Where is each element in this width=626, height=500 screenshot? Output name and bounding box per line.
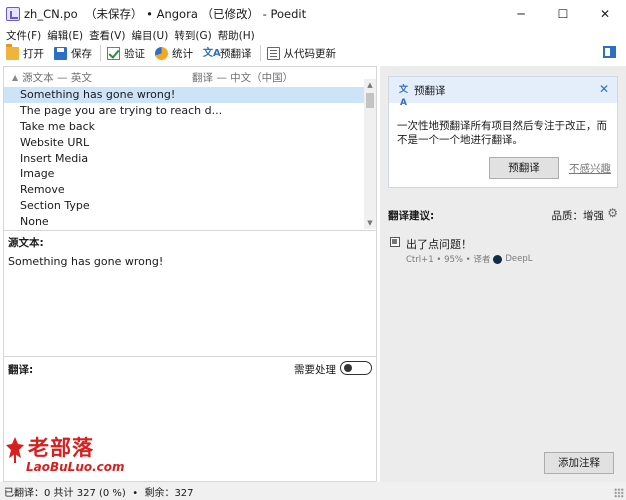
pretranslate-card-header: 文A 预翻译 xyxy=(389,77,617,108)
suggestion-meta: Ctrl+1 • 95% • 译者 DeepL xyxy=(406,253,533,265)
open-button[interactable]: 打开 xyxy=(6,43,44,61)
toolbar: 打开 保存 验证 统计 文A 预翻译 从代码更新 xyxy=(0,42,626,64)
maximize-button[interactable]: ☐ xyxy=(542,0,584,28)
scroll-down-icon[interactable]: ▼ xyxy=(364,217,376,229)
pretranslate-button[interactable]: 文A 预翻译 xyxy=(203,46,252,61)
pretranslate-label: 预翻译 xyxy=(220,47,252,60)
list-item[interactable]: Remove xyxy=(4,182,364,198)
editor-panel: ▲ 源文本 — 英文 翻译 — 中文（中国） Something has gon… xyxy=(3,66,377,482)
toggle-knob xyxy=(344,364,352,372)
pretranslate-action-button[interactable]: 预翻译 xyxy=(489,157,559,179)
menu-help[interactable]: 帮助(H) xyxy=(218,28,255,43)
watermark-url: LaoBuLuo.com xyxy=(26,460,125,474)
scrollbar-thumb[interactable] xyxy=(366,93,374,108)
watermark-text: 老部落 xyxy=(28,436,94,460)
checkbox-icon xyxy=(107,46,120,60)
pretranslate-card-title: 预翻译 xyxy=(414,84,446,97)
not-interested-link[interactable]: 不感兴趣 xyxy=(569,161,611,176)
gear-icon[interactable]: ⚙ xyxy=(607,206,618,220)
menu-go[interactable]: 转到(G) xyxy=(174,28,211,43)
title-bar: zh_CN.po （未保存） • Angora （已修改） - Poedit ─… xyxy=(0,0,626,28)
menu-file[interactable]: 文件(F) xyxy=(6,28,41,43)
suggestion-text: 出了点问题！ xyxy=(406,238,472,251)
menu-edit[interactable]: 编辑(E) xyxy=(47,28,83,43)
suggestions-label: 翻译建议: xyxy=(388,210,435,222)
suggestion-icon xyxy=(390,237,400,247)
menu-view[interactable]: 查看(V) xyxy=(89,28,125,43)
translation-label: 翻译: xyxy=(8,364,34,376)
suggestion-provider: DeepL xyxy=(505,254,533,264)
update-from-code-button[interactable]: 从代码更新 xyxy=(266,46,337,61)
translate-icon: 文A xyxy=(203,47,221,59)
save-label: 保存 xyxy=(71,47,92,60)
close-icon[interactable]: ✕ xyxy=(599,82,609,96)
status-bar: 已翻译：0 共计 327 (0 %) • 剩余：327 xyxy=(0,482,626,500)
status-text: 已翻译：0 共计 327 (0 %) • 剩余：327 xyxy=(4,487,194,499)
pane-divider[interactable] xyxy=(4,356,376,357)
sort-ascending-icon: ▲ xyxy=(12,72,19,82)
statistics-label: 统计 xyxy=(172,47,193,60)
close-button[interactable]: ✕ xyxy=(584,0,626,28)
list-item[interactable]: Section Type xyxy=(4,198,364,214)
deepl-icon xyxy=(493,254,503,264)
sidebar-panel: 文A 预翻译 ✕ 一次性地预翻译所有项目然后专注于改正，而不是一个一个地进行翻译… xyxy=(380,66,626,482)
validate-label: 验证 xyxy=(124,47,145,60)
list-item[interactable]: Image xyxy=(4,166,364,182)
needs-work-label: 需要处理 xyxy=(294,364,336,376)
folder-icon xyxy=(6,43,19,60)
save-button[interactable]: 保存 xyxy=(54,46,92,61)
add-comment-button[interactable]: 添加注释 xyxy=(544,452,614,474)
menu-bar: 文件(F) 编辑(E) 查看(V) 编目(U) 转到(G) 帮助(H) xyxy=(0,28,626,42)
source-text-label: 源文本: xyxy=(8,237,44,249)
document-icon xyxy=(266,46,280,60)
tribe-logo-icon xyxy=(6,437,24,463)
open-label: 打开 xyxy=(23,47,44,60)
menu-catalog[interactable]: 编目(U) xyxy=(131,28,168,43)
string-list: Something has gone wrong! The page you a… xyxy=(4,87,364,230)
window-title: zh_CN.po （未保存） • Angora （已修改） - Poedit xyxy=(24,7,307,21)
pretranslate-card: 文A 预翻译 ✕ 一次性地预翻译所有项目然后专注于改正，而不是一个一个地进行翻译… xyxy=(388,76,618,188)
toolbar-separator xyxy=(100,45,101,61)
sidebar-toggle-icon[interactable] xyxy=(603,46,616,58)
list-item[interactable]: Something has gone wrong! xyxy=(4,87,364,103)
scroll-up-icon[interactable]: ▲ xyxy=(364,79,376,91)
needs-work-toggle[interactable] xyxy=(340,361,372,375)
watermark-logo: 老部落 LaoBuLuo.com xyxy=(0,432,140,474)
list-header: ▲ 源文本 — 英文 翻译 — 中文（中国） xyxy=(4,67,376,87)
toolbar-separator xyxy=(259,45,261,61)
floppy-disk-icon xyxy=(54,46,67,60)
column-source-label: 源文本 — 英文 xyxy=(22,71,92,84)
list-item[interactable]: Website URL xyxy=(4,135,364,151)
pie-chart-icon xyxy=(155,46,168,60)
column-header-source[interactable]: ▲ 源文本 — 英文 xyxy=(12,70,92,85)
quality-label: 品质：增强 xyxy=(551,210,605,222)
list-item[interactable]: The page you are trying to reach d... xyxy=(4,103,364,119)
window-controls: ─ ☐ ✕ xyxy=(500,0,626,28)
list-scrollbar[interactable]: ▲ ▼ xyxy=(364,79,376,229)
statistics-button[interactable]: 统计 xyxy=(155,46,193,61)
resize-grip-icon[interactable] xyxy=(614,488,624,498)
list-item[interactable]: Insert Media xyxy=(4,151,364,167)
suggestion-meta-text: Ctrl+1 • 95% • 译者 xyxy=(406,255,491,265)
validate-button[interactable]: 验证 xyxy=(107,46,145,61)
source-text: Something has gone wrong! xyxy=(8,255,164,268)
translate-icon: 文A xyxy=(398,84,408,108)
minimize-button[interactable]: ─ xyxy=(500,0,542,28)
pretranslate-description: 一次性地预翻译所有项目然后专注于改正，而不是一个一个地进行翻译。 xyxy=(397,120,607,146)
column-header-translation[interactable]: 翻译 — 中文（中国） xyxy=(192,70,293,85)
list-item[interactable]: None xyxy=(4,214,364,230)
pane-divider[interactable] xyxy=(4,230,376,231)
list-item[interactable]: Take me back xyxy=(4,119,364,135)
update-from-code-label: 从代码更新 xyxy=(283,47,337,60)
poedit-app-icon xyxy=(6,7,20,21)
